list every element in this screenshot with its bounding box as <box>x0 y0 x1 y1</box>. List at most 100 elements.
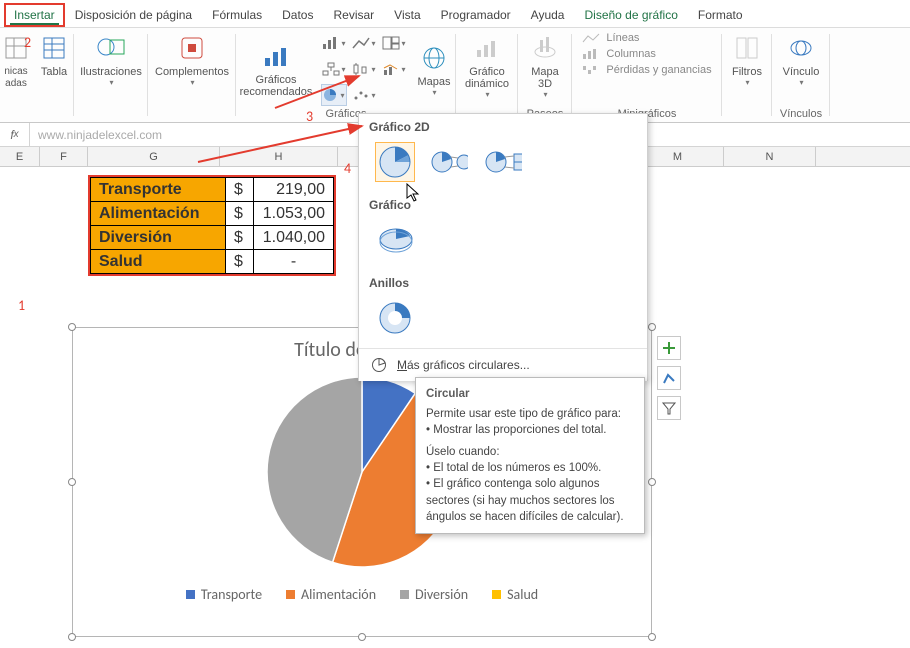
ribbon: nicas adas Tabla Ilustraciones▾ Co <box>0 28 910 123</box>
fx-icon[interactable]: fx <box>0 123 30 146</box>
pivot-chart-button: Gráfico dinámico▾ <box>460 32 514 99</box>
resize-handle[interactable] <box>68 478 76 486</box>
tab-formulas[interactable]: Fórmulas <box>202 3 272 27</box>
group-vinculos-label: Vínculos <box>780 108 822 120</box>
table-row: Diversión $ 1.040,00 <box>91 226 334 250</box>
annotation-arrow-3 <box>273 72 363 112</box>
illustrations-button[interactable]: Ilustraciones▾ <box>80 32 142 87</box>
tab-vista[interactable]: Vista <box>384 3 430 27</box>
pie-icon <box>371 357 387 373</box>
legend-swatch <box>286 590 295 599</box>
resize-handle[interactable] <box>648 633 656 641</box>
cursor-icon <box>406 183 422 203</box>
legend-item: Transporte <box>186 586 262 603</box>
line-chart-dd[interactable]: ▾ <box>351 32 377 54</box>
section-2d-label: Gráfico 2D <box>359 114 647 138</box>
map3d-icon <box>529 32 561 64</box>
tab-formato[interactable]: Formato <box>688 3 753 27</box>
tab-diseno-grafico[interactable]: Diseño de gráfico <box>574 3 687 27</box>
chart-elements-button[interactable] <box>657 336 681 360</box>
tab-disposicion[interactable]: Disposición de página <box>65 3 202 27</box>
map3d-button: Mapa 3D▾ <box>522 32 568 99</box>
table-button[interactable]: Tabla <box>36 32 72 78</box>
value-cell[interactable]: 1.040,00 <box>254 226 334 250</box>
ribbon-tabs: Insertar Disposición de página Fórmulas … <box>0 0 910 28</box>
bar-chart-dd[interactable]: ▾ <box>321 32 347 54</box>
link-icon <box>785 32 817 64</box>
tab-ayuda[interactable]: Ayuda <box>521 3 575 27</box>
legend-swatch <box>400 590 409 599</box>
value-cell[interactable]: 219,00 <box>254 178 334 202</box>
tooltip-line: Permite usar este tipo de gráfico para: <box>426 406 634 422</box>
tab-insertar[interactable]: Insertar <box>4 3 65 27</box>
link-button[interactable]: Vínculo▾ <box>776 32 826 87</box>
tooltip-line: • El gráfico contenga solo algunos secto… <box>426 476 634 524</box>
group-tablas-label <box>35 108 38 120</box>
tooltip: Circular Permite usar este tipo de gráfi… <box>415 377 645 534</box>
formula-value[interactable]: www.ninjadelexcel.com <box>30 128 162 142</box>
resize-handle[interactable] <box>648 478 656 486</box>
table-row: Alimentación $ 1.053,00 <box>91 202 334 226</box>
tooltip-line: Úselo cuando: <box>426 444 634 460</box>
chart-filters-button[interactable] <box>657 396 681 420</box>
tab-programador[interactable]: Programador <box>431 3 521 27</box>
col-F[interactable]: F <box>40 147 88 166</box>
donut-option[interactable] <box>375 298 415 338</box>
col-N[interactable]: N <box>724 147 816 166</box>
legend-swatch <box>186 590 195 599</box>
tooltip-title: Circular <box>426 386 634 402</box>
tab-revisar[interactable]: Revisar <box>323 3 384 27</box>
section-3d-label: Gráfico <box>359 192 647 216</box>
value-cell[interactable]: - <box>254 250 334 274</box>
sparkline-lines: Líneas <box>582 32 711 44</box>
category-cell[interactable]: Salud <box>91 250 226 274</box>
currency-cell[interactable]: $ <box>226 226 254 250</box>
category-cell[interactable]: Diversión <box>91 226 226 250</box>
pie-2d-option[interactable] <box>375 142 415 182</box>
table-icon <box>38 32 70 64</box>
tooltip-line: • El total de los números es 100%. <box>426 460 634 476</box>
category-cell[interactable]: Alimentación <box>91 202 226 226</box>
annotation-4: 4 <box>344 160 351 177</box>
pie-3d-option[interactable] <box>375 220 415 260</box>
chart-type-menu: Gráfico 2D Gráfico Anillos MM <box>358 113 648 381</box>
pivot-chart-icon <box>471 32 503 64</box>
tab-datos[interactable]: Datos <box>272 3 323 27</box>
treemap-chart-dd[interactable]: ▾ <box>381 32 407 54</box>
shapes-icon <box>95 32 127 64</box>
value-cell[interactable]: 1.053,00 <box>254 202 334 226</box>
pie-of-pie-option[interactable] <box>429 142 469 182</box>
annotation-1: 1 <box>18 297 25 314</box>
annotation-2: 2 <box>24 34 31 51</box>
category-cell[interactable]: Transporte <box>91 178 226 202</box>
chart-styles-button[interactable] <box>657 366 681 390</box>
filters-button: Filtros▾ <box>726 32 768 87</box>
legend-item: Diversión <box>400 586 468 603</box>
slicer-icon <box>731 32 763 64</box>
combo-chart-dd[interactable]: ▾ <box>381 58 407 80</box>
legend-item: Salud <box>492 586 538 603</box>
maps-button[interactable]: Mapas▾ <box>413 42 455 97</box>
table-row: Salud $ - <box>91 250 334 274</box>
data-table: Transporte $ 219,00 Alimentación $ 1.053… <box>88 175 336 276</box>
worksheet[interactable]: Transporte $ 219,00 Alimentación $ 1.053… <box>0 167 910 648</box>
resize-handle[interactable] <box>68 633 76 641</box>
sparkline-columns: Columnas <box>582 48 711 60</box>
col-E[interactable]: E <box>0 147 40 166</box>
addins-button[interactable]: Complementos▾ <box>154 32 230 87</box>
resize-handle[interactable] <box>648 323 656 331</box>
currency-cell[interactable]: $ <box>226 178 254 202</box>
currency-cell[interactable]: $ <box>226 202 254 226</box>
section-donut-label: Anillos <box>359 270 647 294</box>
chart-legend: Transporte Alimentación Diversión Salud <box>73 586 651 603</box>
legend-swatch <box>492 590 501 599</box>
annotation-arrow-4 <box>196 122 366 166</box>
rec-charts-icon <box>260 40 292 72</box>
bar-of-pie-option[interactable] <box>483 142 523 182</box>
globe-icon <box>418 42 450 74</box>
resize-handle[interactable] <box>358 633 366 641</box>
sparkline-winloss: Pérdidas y ganancias <box>582 64 711 76</box>
annotation-3: 3 <box>306 108 313 125</box>
currency-cell[interactable]: $ <box>226 250 254 274</box>
resize-handle[interactable] <box>68 323 76 331</box>
